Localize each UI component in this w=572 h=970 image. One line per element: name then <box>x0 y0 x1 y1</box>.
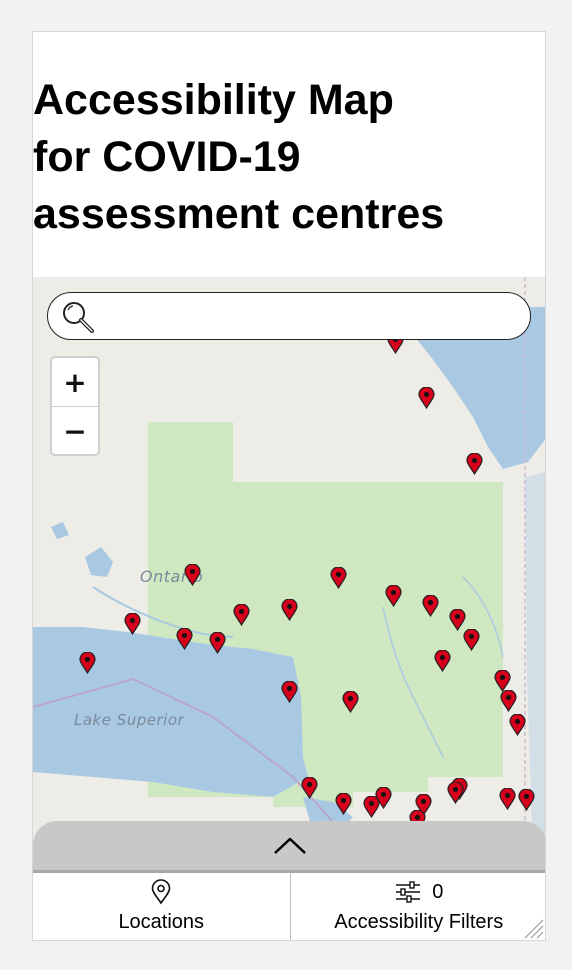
app-frame: Accessibility Map for COVID-19 assessmen… <box>32 31 546 941</box>
search-input[interactable] <box>104 301 518 333</box>
map-marker[interactable] <box>363 796 380 818</box>
map-marker[interactable] <box>499 788 516 810</box>
page-title: Accessibility Map for COVID-19 assessmen… <box>33 76 445 238</box>
map-marker[interactable] <box>330 567 347 589</box>
map-label-lake: Lake Superior <box>74 711 185 729</box>
map-tiles[interactable] <box>33 277 546 877</box>
sliders-icon <box>396 881 421 903</box>
drawer-toggle[interactable] <box>33 821 545 873</box>
tab-locations-label: Locations <box>118 911 205 933</box>
filter-count: 0 <box>432 880 444 903</box>
map-marker[interactable] <box>209 632 226 654</box>
tab-locations[interactable]: Locations <box>33 873 291 940</box>
map-marker[interactable] <box>233 604 250 626</box>
map-marker[interactable] <box>124 613 141 635</box>
search-icon[interactable] <box>58 297 98 337</box>
bottom-tab-bar: Locations 0 Accessibility Filters <box>33 873 546 940</box>
tab-accessibility-filters[interactable]: 0 Accessibility Filters <box>291 873 546 940</box>
map-marker[interactable] <box>79 652 96 674</box>
map-marker[interactable] <box>447 782 464 804</box>
map-marker[interactable] <box>494 670 511 692</box>
map-marker[interactable] <box>434 650 451 672</box>
map-marker[interactable] <box>335 793 352 815</box>
map-marker[interactable] <box>449 609 466 631</box>
map-marker[interactable] <box>422 595 439 617</box>
map-marker[interactable] <box>500 690 517 712</box>
resize-grip-icon[interactable] <box>521 916 545 940</box>
map-marker[interactable] <box>509 714 526 736</box>
map-marker[interactable] <box>342 691 359 713</box>
zoom-out-button[interactable]: − <box>52 407 98 454</box>
map[interactable]: Ontario Lake Superior + − <box>33 277 546 877</box>
map-marker[interactable] <box>301 777 318 799</box>
map-marker[interactable] <box>281 681 298 703</box>
map-marker[interactable] <box>463 629 480 651</box>
map-marker[interactable] <box>418 387 435 409</box>
map-marker[interactable] <box>184 564 201 586</box>
map-marker[interactable] <box>518 789 535 811</box>
map-marker[interactable] <box>281 599 298 621</box>
map-marker[interactable] <box>176 628 193 650</box>
tab-filters-label: Accessibility Filters <box>334 911 504 933</box>
zoom-control: + − <box>50 356 100 456</box>
map-marker[interactable] <box>466 453 483 475</box>
zoom-in-button[interactable]: + <box>52 358 98 407</box>
search-bar[interactable] <box>47 292 531 340</box>
chevron-up-icon <box>274 837 306 854</box>
map-marker[interactable] <box>385 585 402 607</box>
location-pin-icon <box>151 879 171 905</box>
